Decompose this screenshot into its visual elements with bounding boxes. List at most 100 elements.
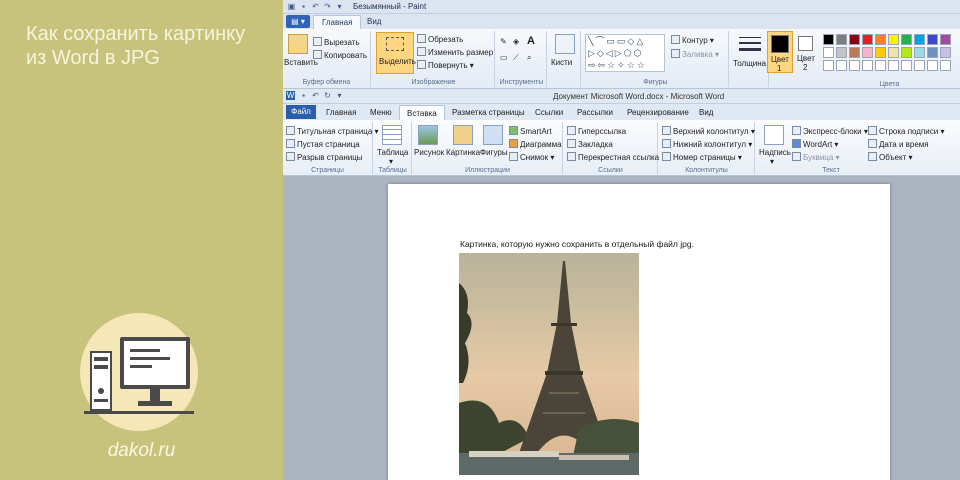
redo-icon[interactable]: ↻ (323, 91, 332, 100)
wordart-button[interactable]: WordArt ▾ (792, 139, 838, 149)
textbox-icon[interactable] (764, 125, 784, 145)
palette-empty-slot[interactable] (862, 60, 873, 71)
footer-button[interactable]: Нижний колонтитул ▾ (662, 139, 752, 149)
smartart-button[interactable]: SmartArt (509, 126, 552, 136)
word-tab-references[interactable]: Ссылки (528, 105, 570, 120)
hyperlink-button[interactable]: Гиперссылка (567, 126, 626, 136)
palette-color[interactable] (914, 34, 925, 45)
palette-color[interactable] (888, 34, 899, 45)
crop-button[interactable]: Обрезать (417, 34, 463, 44)
save-icon[interactable]: ▪ (299, 2, 308, 11)
palette-color[interactable] (823, 47, 834, 58)
document-page[interactable]: Картинка, которую нужно сохранить в отде… (388, 184, 890, 480)
undo-icon[interactable]: ↶ (311, 91, 320, 100)
resize-button[interactable]: Изменить размер (417, 47, 493, 57)
palette-empty-slot[interactable] (875, 60, 886, 71)
palette-empty-slot[interactable] (836, 60, 847, 71)
datetime-button[interactable]: Дата и время (868, 139, 929, 149)
eraser-tool[interactable]: ▭ (500, 53, 508, 62)
object-button[interactable]: Объект ▾ (868, 152, 913, 162)
palette-color[interactable] (836, 34, 847, 45)
shapes-icon[interactable] (483, 125, 503, 145)
palette-color[interactable] (875, 34, 886, 45)
crossref-button[interactable]: Перекрестная ссылка (567, 152, 659, 162)
rotate-button[interactable]: Повернуть ▾ (417, 60, 474, 70)
table-button[interactable]: Таблица (377, 148, 408, 157)
paint-menu-button[interactable]: ▤ ▾ (286, 15, 310, 28)
eiffel-tower-image[interactable] (459, 253, 639, 475)
textbox-button[interactable]: Надпись (759, 148, 791, 157)
palette-empty-slot[interactable] (914, 60, 925, 71)
shapes-button[interactable]: Фигуры (480, 148, 508, 157)
chart-button[interactable]: Диаграмма (509, 139, 562, 149)
palette-color[interactable] (927, 34, 938, 45)
clipart-button[interactable]: Картинка (446, 148, 480, 157)
outline-button[interactable]: Контур ▾ (671, 35, 714, 45)
shapes-gallery[interactable]: ╲⌒▭▭◇△ ▷◇◁▷⬠⬡ ⇨⇦☆✧☆☆ (585, 34, 665, 72)
picture-button[interactable]: Рисунок (414, 148, 444, 157)
palette-empty-slot[interactable] (901, 60, 912, 71)
word-tab-insert[interactable]: Вставка (399, 105, 445, 120)
thickness-button[interactable]: Толщина (733, 59, 766, 68)
bookmark-button[interactable]: Закладка (567, 139, 613, 149)
fill-tool[interactable]: ◈ (513, 37, 519, 46)
paint-tab-home[interactable]: Главная (313, 15, 362, 29)
quickparts-button[interactable]: Экспресс-блоки ▾ (792, 126, 868, 136)
picture-icon[interactable] (418, 125, 438, 145)
site-name[interactable]: dakol.ru (0, 440, 283, 462)
table-icon[interactable] (382, 125, 402, 145)
word-tab-review[interactable]: Рецензирование (620, 105, 696, 120)
word-tab-file[interactable]: Файл (286, 105, 316, 119)
page-number-button[interactable]: Номер страницы ▾ (662, 152, 742, 162)
pencil-tool[interactable]: ✎ (500, 37, 507, 46)
word-tab-view[interactable]: Вид (692, 105, 720, 120)
palette-empty-slot[interactable] (888, 60, 899, 71)
palette-color[interactable] (901, 47, 912, 58)
palette-color[interactable] (862, 34, 873, 45)
word-tab-mailings[interactable]: Рассылки (570, 105, 620, 120)
palette-empty-slot[interactable] (940, 60, 951, 71)
signature-button[interactable]: Строка подписи ▾ (868, 126, 944, 136)
palette-color[interactable] (849, 34, 860, 45)
fill-button[interactable]: Заливка ▾ (671, 49, 719, 59)
redo-icon[interactable]: ↷ (323, 2, 332, 11)
chevron-down-icon[interactable]: ▾ (335, 2, 344, 11)
palette-color[interactable] (875, 47, 886, 58)
palette-color[interactable] (914, 47, 925, 58)
palette-color[interactable] (940, 47, 951, 58)
blank-page-button[interactable]: Пустая страница (286, 139, 360, 149)
header-button[interactable]: Верхний колонтитул ▾ (662, 126, 755, 136)
document-text[interactable]: Картинка, которую нужно сохранить в отде… (460, 239, 694, 249)
copy-button[interactable]: Копировать (313, 50, 367, 60)
chevron-down-icon[interactable]: ▾ (335, 91, 344, 100)
dropcap-button[interactable]: Буквица ▾ (792, 152, 840, 162)
undo-icon[interactable]: ↶ (311, 2, 320, 11)
page-break-button[interactable]: Разрыв страницы (286, 152, 363, 162)
word-tab-menu[interactable]: Меню (363, 105, 399, 120)
word-tab-home[interactable]: Главная (319, 105, 363, 120)
palette-empty-slot[interactable] (927, 60, 938, 71)
palette-color[interactable] (862, 47, 873, 58)
word-app-icon[interactable]: W (286, 91, 295, 100)
palette-color[interactable] (849, 47, 860, 58)
paint-tab-view[interactable]: Вид (359, 15, 389, 29)
palette-color[interactable] (836, 47, 847, 58)
palette-empty-slot[interactable] (823, 60, 834, 71)
color2-button[interactable]: Цвет 2 (795, 31, 819, 73)
save-icon[interactable]: ▪ (299, 91, 308, 100)
word-tab-layout[interactable]: Разметка страницы (445, 105, 532, 120)
paste-icon[interactable] (288, 34, 308, 54)
text-tool[interactable]: A (527, 35, 535, 47)
brush-icon[interactable] (555, 34, 575, 54)
picker-tool[interactable]: ⟋ (513, 53, 519, 63)
cover-page-button[interactable]: Титульная страница ▾ (286, 126, 379, 136)
color1-button[interactable]: Цвет 1 (767, 31, 793, 73)
clipart-icon[interactable] (453, 125, 473, 145)
screenshot-button[interactable]: Снимок ▾ (509, 152, 554, 162)
paint-app-icon[interactable]: ▣ (287, 2, 296, 11)
palette-color[interactable] (927, 47, 938, 58)
palette-color[interactable] (823, 34, 834, 45)
brushes-button[interactable]: Кисти (551, 58, 572, 67)
palette-color[interactable] (888, 47, 899, 58)
magnifier-tool[interactable]: ⌕ (527, 53, 531, 63)
